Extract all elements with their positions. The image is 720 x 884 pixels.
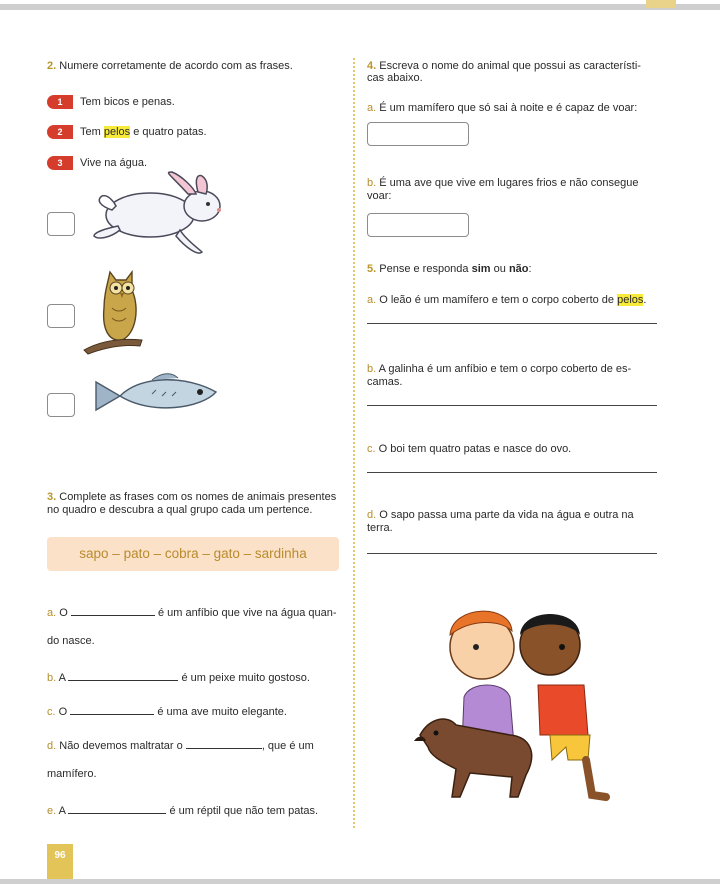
q4-prompt-l1: Escreva o nome do animal que possui as c…: [379, 60, 641, 72]
q2-badge-3: 3: [47, 156, 73, 170]
q2-badge-2: 2: [47, 125, 73, 139]
q5-letter-d: d.: [367, 509, 377, 521]
q3-letter-a: a.: [47, 607, 57, 619]
q3-b-post: é um peixe muito gostoso.: [181, 672, 310, 684]
q3-letter-b: b.: [47, 672, 57, 684]
q5-b-answer-line[interactable]: [367, 405, 657, 406]
q3-prompt-l1: Complete as frases com os nomes de anima…: [59, 491, 337, 503]
q3-letter-c: c.: [47, 706, 56, 718]
q3-c-pre: O: [58, 706, 68, 718]
q3-a-post: é um anfíbio que vive na água quan-: [157, 607, 337, 619]
q5-b-l1: A galinha é um anfíbio e tem o corpo cob…: [378, 363, 632, 375]
q4-letter-a: a.: [367, 102, 377, 114]
q5-colon: :: [528, 263, 532, 275]
q3-letter-d: d.: [47, 740, 57, 752]
q4-letter-b: b.: [367, 177, 377, 189]
q2-item-2-text: Tem pelos e quatro patas.: [80, 126, 207, 138]
q2-heading: 2. Numere corretamente de acordo com as …: [47, 60, 293, 72]
q5-d-l1: O sapo passa uma parte da vida na água e…: [379, 509, 634, 521]
q5-item-c: c. O boi tem quatro patas e nasce do ovo…: [367, 443, 571, 455]
q2-item-2-highlight: pelos: [103, 126, 131, 138]
q4-number: 4.: [367, 60, 377, 72]
q3-c-post: é uma ave muito elegante.: [157, 706, 287, 718]
q3-d-cont: mamífero.: [47, 768, 97, 780]
q3-e-pre: A: [58, 805, 66, 817]
q5-sim: sim: [471, 263, 491, 275]
q3-item-e: e. A é um réptil que não tem patas.: [47, 804, 318, 817]
top-bar-ornament: [646, 0, 676, 8]
q5-a-pre: O leão é um mamífero e tem o corpo cober…: [379, 294, 618, 306]
q3-number: 3.: [47, 491, 57, 503]
children-with-dog-illustration: [414, 610, 610, 801]
q5-d-answer-line[interactable]: [367, 553, 657, 554]
q5-letter-b: b.: [367, 363, 377, 375]
fish-illustration: [95, 373, 218, 412]
q5-prompt-pre: Pense e responda: [379, 263, 472, 275]
q3-item-a: a. O é um anfíbio que vive na água quan-: [47, 606, 337, 619]
q3-d-pre: Não devemos maltratar o: [59, 740, 183, 752]
q2-answer-box-rabbit[interactable]: [47, 212, 75, 236]
column-divider: [353, 58, 355, 828]
q2-answer-box-fish[interactable]: [47, 393, 75, 417]
q3-d-blank[interactable]: [185, 739, 262, 749]
q5-a-highlight: pelos: [617, 294, 644, 306]
q2-item-2-before: Tem: [80, 126, 104, 138]
q5-a-answer-line[interactable]: [367, 323, 657, 324]
q3-d-post: , que é um: [261, 740, 314, 752]
q3-c-blank[interactable]: [70, 705, 155, 715]
q3-b-pre: A: [58, 672, 66, 684]
q4-heading-line1: 4. Escreva o nome do animal que possui a…: [367, 60, 641, 72]
q2-answer-box-owl[interactable]: [47, 304, 75, 328]
q3-a-cont: do nasce.: [47, 635, 95, 647]
q3-item-b: b. A é um peixe muito gostoso.: [47, 671, 310, 684]
q3-e-post: é um réptil que não tem patas.: [169, 805, 319, 817]
q5-heading: 5. Pense e responda sim ou não:: [367, 263, 532, 275]
q3-prompt-l2: no quadro e descubra a qual grupo cada u…: [47, 504, 313, 516]
q2-item-3-text: Vive na água.: [80, 157, 148, 169]
q5-a-post: .: [643, 294, 647, 306]
q5-c-answer-line[interactable]: [367, 472, 657, 473]
q4-item-a: a. É um mamífero que só sai à noite e é …: [367, 102, 637, 114]
q5-item-b: b. A galinha é um anfíbio e tem o corpo …: [367, 363, 631, 375]
q3-b-blank[interactable]: [68, 671, 179, 681]
q5-item-a: a. O leão é um mamífero e tem o corpo co…: [367, 294, 646, 306]
q4-b-answer-box[interactable]: [367, 213, 469, 237]
q4-a-answer-box[interactable]: [367, 122, 469, 146]
q4-a-text: É um mamífero que só sai à noite e é cap…: [379, 102, 638, 114]
top-bar: [0, 4, 720, 10]
q5-ou: ou: [490, 263, 509, 275]
q5-nao: não: [508, 263, 529, 275]
owl-illustration: [83, 269, 143, 355]
q2-item-2-after: e quatro patas.: [130, 126, 207, 138]
q5-item-d: d. O sapo passa uma parte da vida na águ…: [367, 509, 634, 521]
q5-b-l2: camas.: [367, 376, 403, 388]
page-number: 96: [47, 844, 73, 880]
q5-number: 5.: [367, 263, 377, 275]
q3-heading-line1: 3. Complete as frases com os nomes de an…: [47, 491, 336, 503]
q4-b-l1: É uma ave que vive em lugares frios e nã…: [379, 177, 639, 189]
q2-badge-1: 1: [47, 95, 73, 109]
q4-item-b: b. É uma ave que vive em lugares frios e…: [367, 177, 639, 189]
q3-word-bank: sapo – pato – cobra – gato – sardinha: [47, 537, 339, 571]
rabbit-illustration: [93, 171, 221, 254]
q3-letter-e: e.: [47, 805, 57, 817]
q4-prompt-l2: cas abaixo.: [367, 72, 423, 84]
q3-e-blank[interactable]: [68, 804, 167, 814]
q3-a-pre: O: [59, 607, 68, 619]
q5-letter-a: a.: [367, 294, 377, 306]
q3-a-blank[interactable]: [70, 606, 155, 616]
q2-item-1-text: Tem bicos e penas.: [80, 96, 175, 108]
q3-item-c: c. O é uma ave muito elegante.: [47, 705, 287, 718]
q5-letter-c: c.: [367, 443, 376, 455]
bottom-bar: [0, 879, 720, 884]
q4-b-l2: voar:: [367, 190, 392, 202]
q5-d-l2: terra.: [367, 522, 393, 534]
q5-c-text: O boi tem quatro patas e nasce do ovo.: [378, 443, 572, 455]
q3-item-d: d. Não devemos maltratar o , que é um: [47, 739, 314, 752]
q2-prompt: Numere corretamente de acordo com as fra…: [59, 60, 293, 72]
q2-number: 2.: [47, 60, 57, 72]
